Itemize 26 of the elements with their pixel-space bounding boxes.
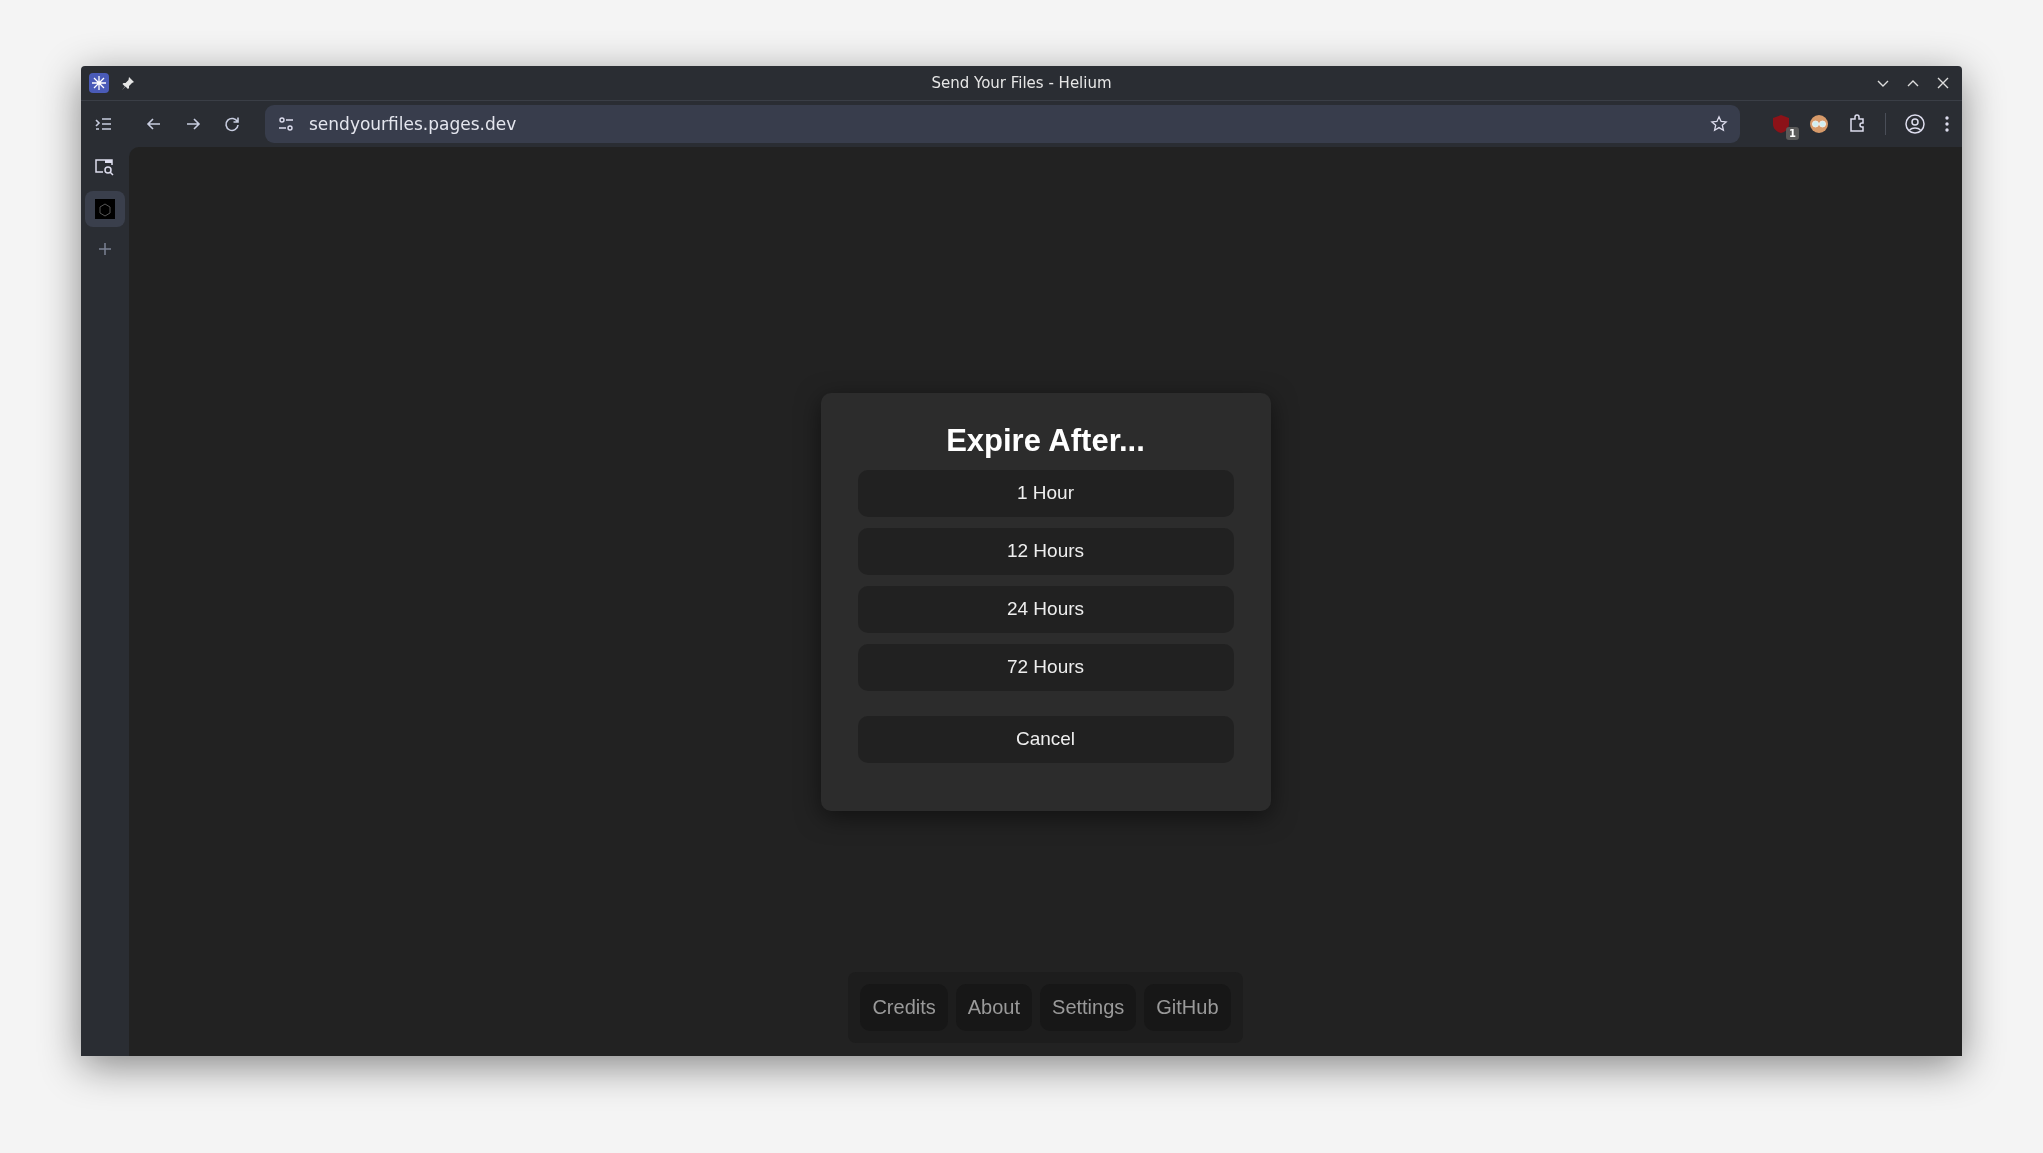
footer-link-button[interactable]: Settings [1040,984,1137,1031]
address-bar[interactable]: sendyourfiles.pages.dev [265,105,1740,143]
expiry-option-button[interactable]: 72 Hours [857,643,1234,691]
app-icon [89,73,109,93]
bookmark-star-icon[interactable] [1710,115,1728,133]
expiry-option-button[interactable]: 1 Hour [857,469,1234,517]
dialog-title: Expire After... [945,422,1146,459]
face-with-glasses-icon[interactable] [1809,114,1829,134]
footer-link-button[interactable]: GitHub [1144,984,1231,1031]
expiry-option-button[interactable]: 24 Hours [857,585,1234,633]
window-title: Send Your Files - Helium [931,74,1112,92]
menu-icon[interactable] [1944,114,1950,134]
pin-icon[interactable] [121,76,135,90]
close-icon[interactable] [1936,76,1950,90]
profile-icon[interactable] [1904,113,1926,135]
footer-link-button[interactable]: Credits [860,984,948,1031]
cancel-button[interactable]: Cancel [857,715,1234,763]
footer-link-button[interactable]: About [955,984,1033,1031]
site-settings-icon[interactable] [277,115,295,133]
puzzle-icon[interactable] [1847,114,1867,134]
tab-search-icon[interactable] [94,157,116,177]
extension-badge: 1 [1786,127,1799,140]
url-text: sendyourfiles.pages.dev [309,114,517,134]
expiry-option-button[interactable]: 12 Hours [857,527,1234,575]
box-favicon-icon [95,199,115,219]
new-tab-icon[interactable] [97,241,113,257]
